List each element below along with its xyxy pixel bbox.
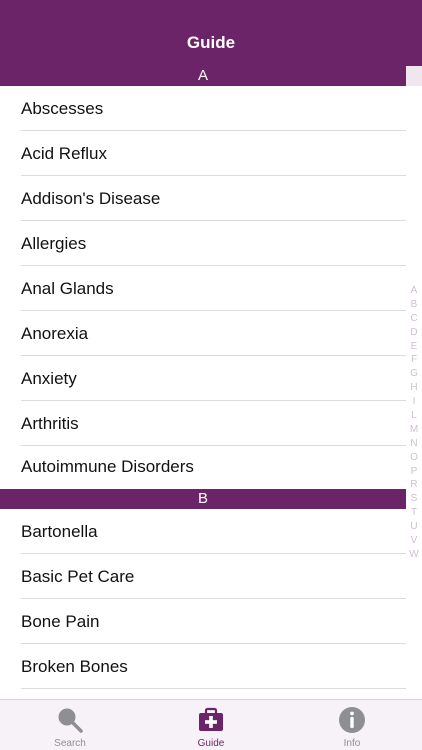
list-item[interactable]: Anxiety [0, 356, 406, 401]
tab-label: Guide [197, 738, 225, 749]
list-item-label: Anorexia [21, 324, 89, 343]
list-item-label: Bone Pain [21, 612, 100, 631]
list-item-label: Basic Pet Care [21, 567, 135, 586]
list-item-label: Anal Glands [21, 279, 114, 298]
index-letter[interactable]: B [406, 298, 422, 312]
list-item[interactable]: Bone Pain [0, 599, 406, 644]
list-item-label: Anxiety [21, 369, 77, 388]
list-item[interactable]: Bartonella [0, 509, 406, 554]
tab-label: Info [343, 738, 361, 749]
guide-list[interactable]: A Abscesses Acid Reflux Addison's Diseas… [0, 66, 422, 699]
section-header-a: A [0, 66, 406, 86]
index-letter[interactable]: R [406, 478, 422, 492]
section-header-b: B [0, 489, 406, 509]
list-item-label: Abscesses [21, 99, 104, 118]
section-index-gutter: A B C D E F G H I L M N O P R S T U V W [406, 66, 422, 699]
tab-search[interactable]: Search [0, 700, 140, 750]
section-index[interactable]: A B C D E F G H I L M N O P R S T U V W [406, 284, 422, 562]
list-item[interactable]: Acid Reflux [0, 131, 406, 176]
index-letter[interactable]: G [406, 367, 422, 381]
index-letter[interactable]: F [406, 353, 422, 367]
medical-kit-icon [197, 706, 225, 739]
index-letter[interactable]: D [406, 326, 422, 340]
index-letter[interactable]: U [406, 520, 422, 534]
tab-label: Search [54, 738, 86, 749]
list-item[interactable]: Anal Glands [0, 266, 406, 311]
list-item[interactable]: Addison's Disease [0, 176, 406, 221]
index-letter[interactable]: E [406, 340, 422, 354]
tab-guide[interactable]: Guide [141, 700, 281, 750]
index-letter[interactable]: O [406, 451, 422, 465]
index-letter[interactable]: L [406, 409, 422, 423]
index-gutter-header [406, 66, 422, 86]
list-item-label: Addison's Disease [21, 189, 161, 208]
index-letter[interactable]: N [406, 437, 422, 451]
navigation-bar: Guide [0, 0, 422, 66]
list-item[interactable]: Basic Pet Care [0, 554, 406, 599]
list-item[interactable]: Broken Bones [0, 644, 406, 689]
list-item[interactable]: Arthritis [0, 401, 406, 446]
index-letter[interactable]: M [406, 423, 422, 437]
list-item[interactable]: Abscesses [0, 86, 406, 131]
list-item-label: Broken Bones [21, 657, 128, 676]
list-item-label: Allergies [21, 234, 87, 253]
list-item-label: Autoimmune Disorders [21, 457, 194, 476]
page-title: Guide [186, 33, 236, 52]
row-separator [21, 688, 406, 689]
list-item[interactable]: Autoimmune Disorders [0, 444, 406, 489]
list-item[interactable]: Allergies [0, 221, 406, 266]
list-item-label: Bartonella [21, 522, 98, 541]
index-letter[interactable]: V [406, 534, 422, 548]
index-letter[interactable]: C [406, 312, 422, 326]
list-item[interactable]: Anorexia [0, 311, 406, 356]
tab-info[interactable]: Info [282, 700, 422, 750]
list-item-label: Arthritis [21, 414, 79, 433]
list-item-label: Acid Reflux [21, 144, 107, 163]
index-letter[interactable]: H [406, 381, 422, 395]
info-icon [338, 706, 366, 739]
index-letter[interactable]: T [406, 506, 422, 520]
index-letter[interactable]: P [406, 465, 422, 479]
search-icon [56, 706, 84, 739]
tab-bar: Search Guide Info [0, 699, 422, 750]
index-letter[interactable]: A [406, 284, 422, 298]
index-letter[interactable]: W [406, 548, 422, 562]
index-letter[interactable]: S [406, 492, 422, 506]
index-letter[interactable]: I [406, 395, 422, 409]
